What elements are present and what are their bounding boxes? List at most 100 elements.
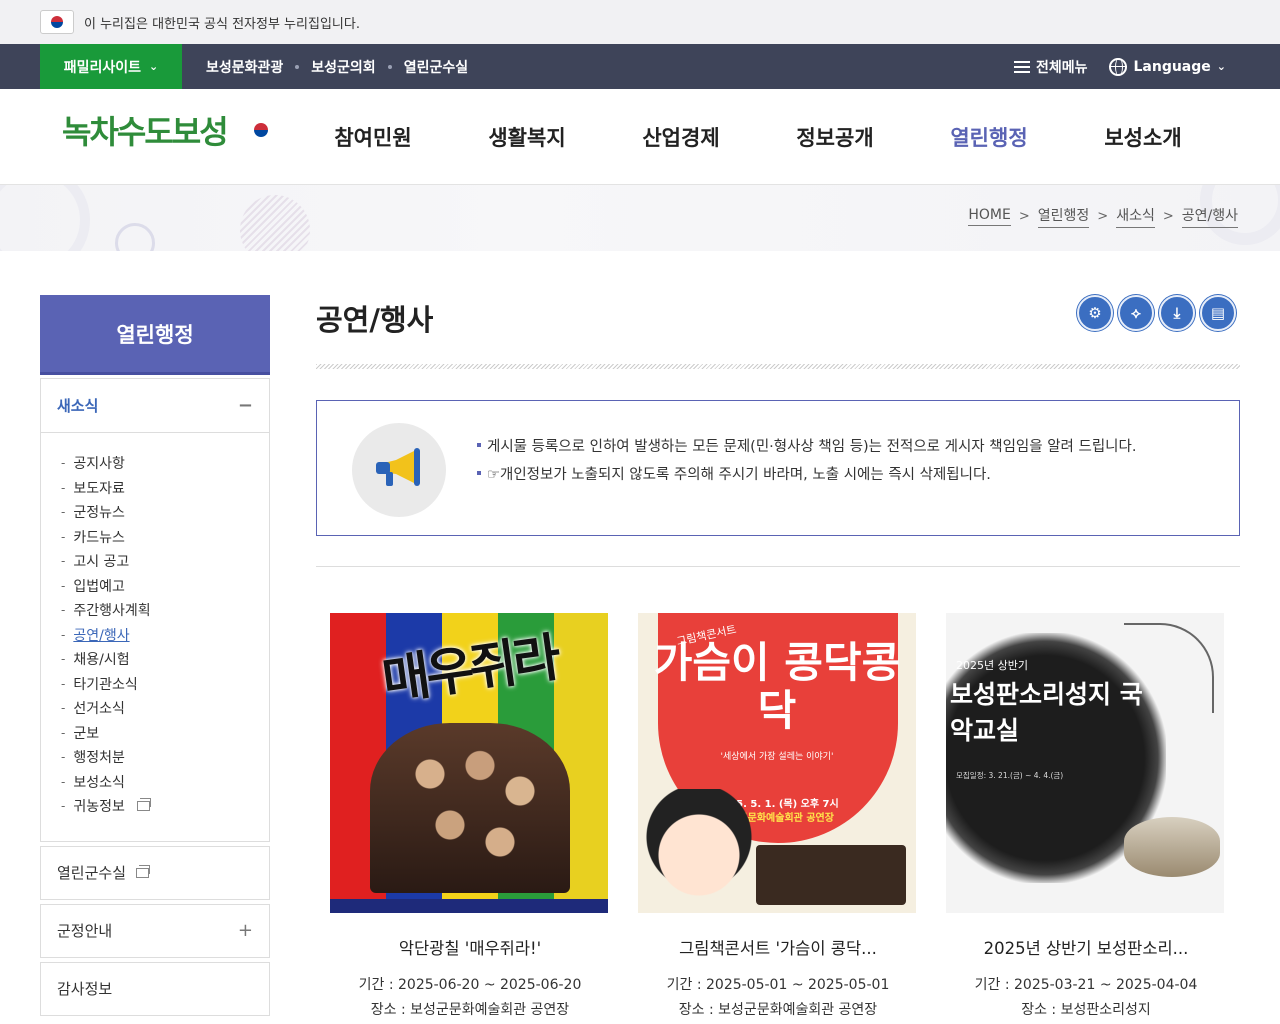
sidebar-group-toggle[interactable]: 새소식 − [41,379,269,433]
all-menu-button[interactable]: 전체메뉴 [1013,57,1088,77]
sidebar-sub-item[interactable]: 선거소식 [61,696,269,721]
event-gallery: 매우쥐라 악단광칠 '매우쥐라!' 기간 : 2025-06-20 ~ 2025… [330,613,1226,1023]
sidebar-group-mayor[interactable]: 열린군수실 [40,845,270,900]
sub-visual: HOME > 열린행정 > 새소식 > 공연/행사 [0,185,1280,251]
globe-icon [1109,57,1128,76]
gnb-participation[interactable]: 참여민원 [296,122,450,152]
sidebar-sub-label: 채용/시험 [73,652,130,669]
util-right: 전체메뉴 Language ⌄ [1013,44,1226,89]
event-meta: 기간 : 2025-06-20 ~ 2025-06-20 장소 : 보성군문화예… [330,973,610,1023]
sidebar-sub-label: 선거소식 [73,701,125,718]
event-meta: 기간 : 2025-05-01 ~ 2025-05-01 장소 : 보성군문화예… [638,973,918,1023]
sidebar-sub-item[interactable]: 주간행사계획 [61,598,269,623]
breadcrumb-current[interactable]: 공연/행사 [1181,205,1238,228]
family-site-button[interactable]: 패밀리사이트 ⌄ [40,44,182,89]
sidebar-sub-label: 군정뉴스 [73,505,125,522]
sidebar-group-audit[interactable]: 감사정보 [40,961,270,1016]
event-meta: 기간 : 2025-03-21 ~ 2025-04-04 장소 : 보성판소리성… [946,973,1226,1023]
breadcrumb-item[interactable]: 새소식 [1116,205,1155,228]
poster-small-label: 2025년 상반기 [956,659,1028,672]
gov-banner: 이 누리집은 대한민국 공식 전자정부 누리집입니다. [0,0,1280,44]
gnb-welfare[interactable]: 생활복지 [450,122,604,152]
util-link-culture[interactable]: 보성문화관광 [206,57,283,77]
chevron-down-icon: ⌄ [149,60,159,73]
title-divider [316,364,1240,369]
event-place: 장소 : 보성군문화예술회관 공연장 [370,1002,570,1018]
utility-bar: 패밀리사이트 ⌄ 보성문화관광 보성군의회 열린군수실 전체메뉴 Languag… [0,44,1280,89]
event-thumbnail[interactable]: 그림책콘서트 가슴이 콩닥콩닥 '세상에서 가장 설레는 이야기' 2025. … [638,613,916,913]
util-link-mayor[interactable]: 열린군수실 [404,57,468,77]
poster-info: 모집일정: 3. 21.(금) ~ 4. 4.(금) [956,771,1064,780]
megaphone-icon [352,423,446,517]
breadcrumb-home[interactable]: HOME [968,207,1011,226]
sidebar-group-admin-guide[interactable]: 군정안내 + [40,903,270,958]
event-thumbnail[interactable]: 2025년 상반기 보성판소리성지 국악교실 모집일정: 3. 21.(금) ~… [946,613,1224,913]
all-menu-label: 전체메뉴 [1035,59,1088,76]
poster-subtitle: '세상에서 가장 설레는 이야기' [720,752,834,762]
sidebar-sub-item[interactable]: 보도자료 [61,476,269,501]
main-content: 공연/행사 ⚙ ⟡ ⤓ ▤ 게시물 등록으로 인하여 발생하는 모든 문제(민·… [316,295,1240,1018]
poster-footer [330,899,608,913]
sidebar-sub-item[interactable]: 입법예고 [61,574,269,599]
sidebar-sub-item[interactable]: 보성소식 [61,770,269,795]
sidebar-sub-item[interactable]: 채용/시험 [61,647,269,672]
share-icon[interactable]: ⟡ [1118,295,1154,331]
sidebar-group-news: 새소식 − 공지사항 보도자료 군정뉴스 카드뉴스 고시 공고 입법예고 주간행… [40,378,270,842]
sidebar-sub-item[interactable]: 고시 공고 [61,549,269,574]
deco-circle [115,223,155,251]
breadcrumb-item[interactable]: 열린행정 [1037,205,1090,228]
gov-banner-text[interactable]: 이 누리집은 대한민국 공식 전자정부 누리집입니다. [84,13,360,32]
logo-text: 녹차수도보성 [62,113,229,151]
korea-flag-icon [40,10,74,34]
gnb-open-admin[interactable]: 열린행정 [912,122,1066,152]
sidebar-sub-item[interactable]: 카드뉴스 [61,525,269,550]
sidebar-sub-label: 주간행사계획 [73,603,151,620]
sidebar-sub-item[interactable]: 군정뉴스 [61,500,269,525]
breadcrumb: HOME > 열린행정 > 새소식 > 공연/행사 [968,205,1238,228]
language-button[interactable]: Language ⌄ [1109,57,1226,76]
event-period: 기간 : 2025-05-01 ~ 2025-05-01 [666,977,890,993]
sidebar-sub-item[interactable]: 행정처분 [61,745,269,770]
content-divider [316,566,1240,567]
sidebar-group-label: 군정안내 [57,922,113,940]
event-card[interactable]: 그림책콘서트 가슴이 콩닥콩닥 '세상에서 가장 설레는 이야기' 2025. … [638,613,918,1023]
chevron-down-icon: ⌄ [1216,60,1226,73]
download-icon[interactable]: ⤓ [1159,295,1195,331]
poster-drum [1124,817,1220,877]
new-window-icon [136,865,151,878]
notice-box: 게시물 등록으로 인하여 발생하는 모든 문제(민·형사상 책임 등)는 전적으… [316,400,1240,536]
event-title[interactable]: 악단광칠 '매우쥐라!' [330,935,610,959]
print-icon[interactable]: ▤ [1200,295,1236,331]
poster-title: 가슴이 콩닥콩닥 [653,638,901,735]
sidebar-sub-label: 타기관소식 [73,676,138,693]
sidebar-sub-label: 귀농정보 [73,799,125,816]
event-title[interactable]: 2025년 상반기 보성판소리... [946,935,1226,959]
separator-dot [387,64,392,69]
util-links: 보성문화관광 보성군의회 열린군수실 [206,57,468,77]
site-logo[interactable]: 녹차수도보성 [62,107,279,153]
sidebar-sub-item[interactable]: 군보 [61,721,269,746]
page-tools: ⚙ ⟡ ⤓ ▤ [1077,295,1236,331]
event-title[interactable]: 그림책콘서트 '가슴이 콩닥... [638,935,918,959]
event-period: 기간 : 2025-06-20 ~ 2025-06-20 [358,977,582,993]
gnb-about[interactable]: 보성소개 [1066,122,1220,152]
gnb-economy[interactable]: 산업경제 [604,122,758,152]
sidebar-sub-item[interactable]: 공지사항 [61,451,269,476]
util-link-council[interactable]: 보성군의회 [311,57,375,77]
event-card[interactable]: 매우쥐라 악단광칠 '매우쥐라!' 기간 : 2025-06-20 ~ 2025… [330,613,610,1023]
minus-icon: − [237,395,253,416]
sidebar-sub-label: 보성소식 [73,774,125,791]
sidebar-sub-item-active[interactable]: 공연/행사 [61,623,269,648]
sidebar-group-label: 새소식 [57,397,99,415]
gnb-info[interactable]: 정보공개 [758,122,912,152]
settings-icon[interactable]: ⚙ [1077,295,1113,331]
event-card[interactable]: 2025년 상반기 보성판소리성지 국악교실 모집일정: 3. 21.(금) ~… [946,613,1226,1023]
sidebar-sub-item[interactable]: 타기관소식 [61,672,269,697]
event-period: 기간 : 2025-03-21 ~ 2025-04-04 [974,977,1198,993]
event-thumbnail[interactable]: 매우쥐라 [330,613,608,913]
sidebar-sub-list: 공지사항 보도자료 군정뉴스 카드뉴스 고시 공고 입법예고 주간행사계획 공연… [41,433,269,841]
main-nav: 참여민원 생활복지 산업경제 정보공개 열린행정 보성소개 [296,89,1220,185]
new-window-icon [136,798,151,812]
sidebar-sub-item[interactable]: 귀농정보 [61,794,269,819]
sidebar-sub-label: 행정처분 [73,750,125,767]
